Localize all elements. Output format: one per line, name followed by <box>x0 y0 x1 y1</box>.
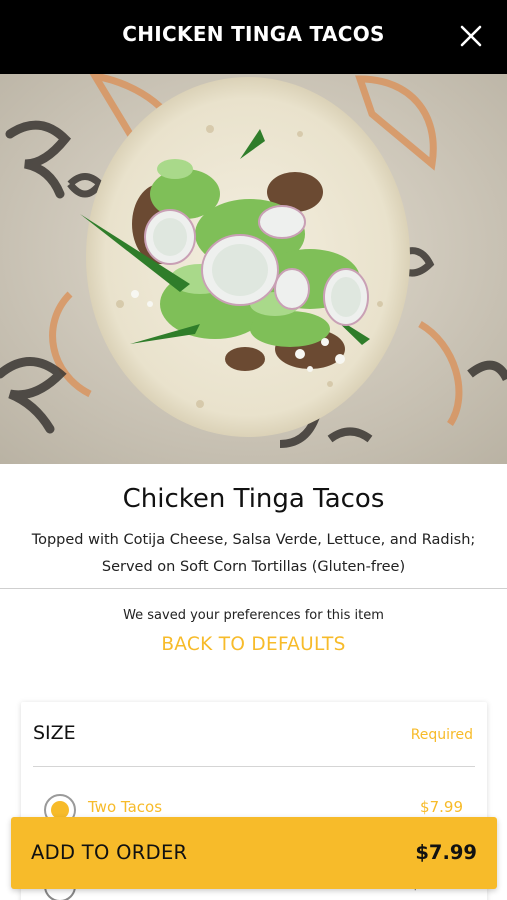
close-button[interactable] <box>459 24 483 48</box>
required-label: Required <box>410 727 473 743</box>
size-option-price: $7.99 <box>420 798 463 816</box>
section-divider <box>0 588 507 589</box>
add-to-order-button[interactable]: ADD TO ORDER $7.99 <box>11 817 497 889</box>
item-title: Chicken Tinga Tacos <box>122 484 385 514</box>
order-total: $7.99 <box>415 841 477 864</box>
description-line-1: Topped with Cotija Cheese, Salsa Verde, … <box>31 532 476 548</box>
size-divider <box>33 766 475 767</box>
add-to-order-label: ADD TO ORDER <box>31 841 188 864</box>
size-option-label: Two Tacos <box>88 798 163 816</box>
top-bar: CHICKEN TINGA TACOS <box>0 0 507 74</box>
item-description: Topped with Cotija Cheese, Salsa Verde, … <box>14 527 493 581</box>
close-icon <box>460 25 482 47</box>
preferences-note: We saved your preferences for this item <box>123 608 384 623</box>
back-to-defaults-link[interactable]: BACK TO DEFAULTS <box>0 634 507 655</box>
size-section-title: SIZE <box>33 722 76 744</box>
header-title: CHICKEN TINGA TACOS <box>122 22 385 46</box>
item-photo <box>0 74 507 464</box>
description-line-2: Served on Soft Corn Tortillas (Gluten-fr… <box>101 559 406 575</box>
